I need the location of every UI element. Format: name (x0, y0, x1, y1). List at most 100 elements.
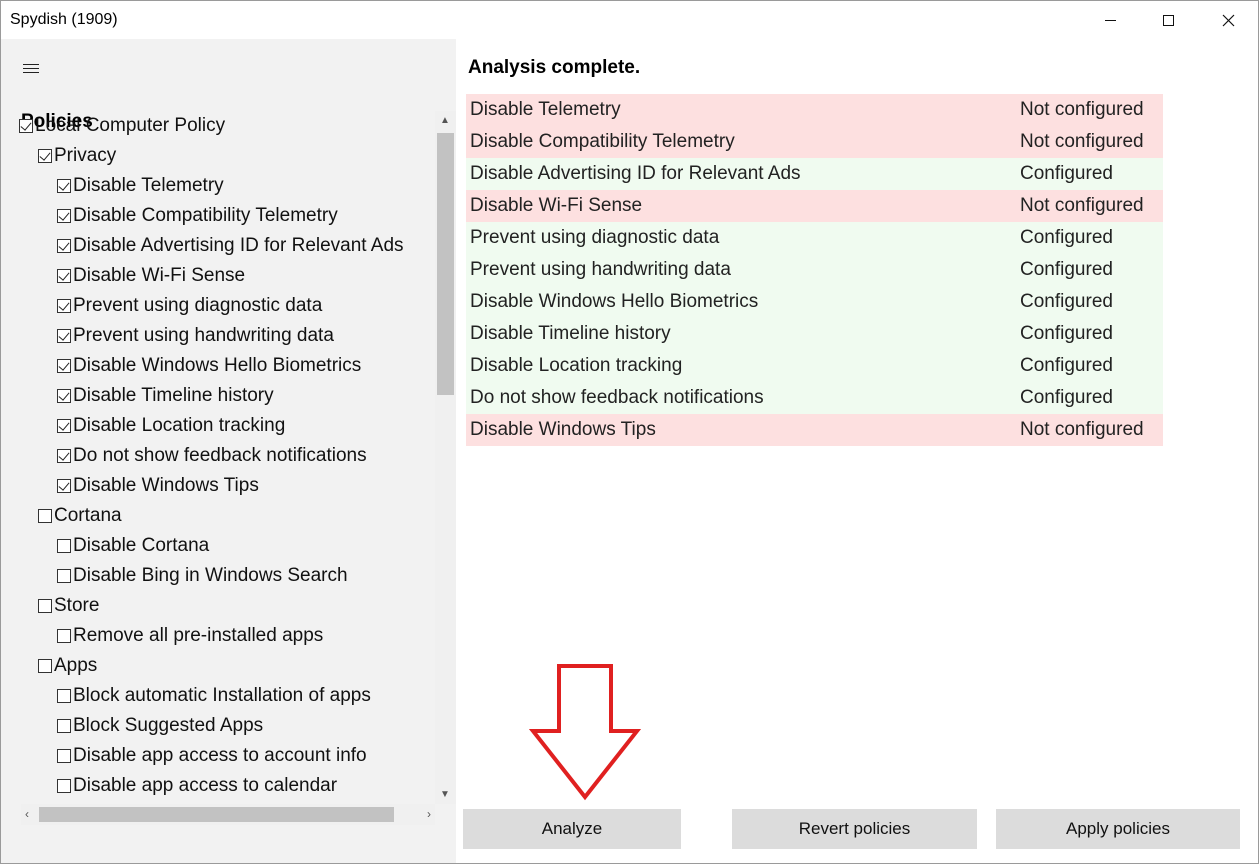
tree-horizontal-scrollbar[interactable]: ‹ › (21, 804, 435, 825)
tree-item-checkbox[interactable] (19, 119, 33, 133)
tree-item-checkbox[interactable] (57, 239, 71, 253)
tree-item-checkbox[interactable] (57, 539, 71, 553)
tree-item-checkbox[interactable] (38, 149, 52, 163)
app-window: Spydish (1909) Policies Local Computer P… (0, 0, 1259, 864)
result-row: Disable Timeline history Configured (466, 318, 1163, 350)
tree-item-checkbox[interactable] (57, 629, 71, 643)
tree-item-label: Privacy (54, 145, 117, 166)
tree-item-checkbox[interactable] (57, 689, 71, 703)
tree-item-label: Disable Windows Tips (73, 475, 259, 496)
minimize-button[interactable] (1081, 1, 1139, 39)
tree-item[interactable]: Disable app access to calendar (57, 771, 337, 801)
tree-item[interactable]: Store (38, 591, 99, 621)
tree-item-checkbox[interactable] (57, 359, 71, 373)
tree-item-label: Disable Bing in Windows Search (73, 565, 348, 586)
result-policy-name: Disable Timeline history (470, 323, 671, 344)
tree-item[interactable]: Prevent using diagnostic data (57, 291, 322, 321)
scroll-right-icon[interactable]: › (427, 807, 431, 821)
vertical-scroll-thumb[interactable] (437, 133, 454, 395)
close-button[interactable] (1199, 1, 1257, 39)
tree-item-label: Remove all pre-installed apps (73, 625, 324, 646)
tree-item-label: Local Computer Policy (35, 115, 226, 136)
result-policy-state: Configured (1020, 387, 1113, 408)
result-policy-name: Do not show feedback notifications (470, 387, 764, 408)
result-policy-state: Not configured (1020, 195, 1144, 216)
tree-item[interactable]: Disable Timeline history (57, 381, 274, 411)
tree-item-checkbox[interactable] (57, 209, 71, 223)
tree-item-checkbox[interactable] (57, 779, 71, 793)
tree-item[interactable]: Disable Windows Tips (57, 471, 259, 501)
tree-item[interactable]: Cortana (38, 501, 122, 531)
tree-item[interactable]: Do not show feedback notifications (57, 441, 367, 471)
tree-item[interactable]: Privacy (38, 141, 116, 171)
result-policy-state: Configured (1020, 163, 1113, 184)
result-row: Do not show feedback notifications Config… (466, 382, 1163, 414)
tree-item-checkbox[interactable] (57, 329, 71, 343)
tree-item-checkbox[interactable] (38, 599, 52, 613)
tree-item-checkbox[interactable] (57, 479, 71, 493)
results-list: Disable Telemetry Not configured Disable C… (466, 94, 1163, 446)
tree-item-label: Cortana (54, 505, 122, 526)
result-policy-name: Prevent using diagnostic data (470, 227, 720, 248)
tree-item-label: Disable Timeline history (73, 385, 274, 406)
tree-vertical-scrollbar[interactable]: ▲ ▼ (435, 111, 456, 804)
tree-item[interactable]: Disable Compatibility Telemetry (57, 201, 338, 231)
result-policy-name: Prevent using handwriting data (470, 259, 731, 280)
tree-item-checkbox[interactable] (38, 659, 52, 673)
tree-item[interactable]: Prevent using handwriting data (57, 321, 334, 351)
tree-item-checkbox[interactable] (57, 569, 71, 583)
tree-item-checkbox[interactable] (38, 509, 52, 523)
revert-policies-button[interactable]: Revert policies (732, 809, 977, 849)
policy-tree[interactable]: Local Computer Policy Privacy Disable Tele… (1, 111, 433, 804)
tree-item[interactable]: Disable Windows Hello Biometrics (57, 351, 361, 381)
maximize-icon (1162, 14, 1174, 26)
tree-item[interactable]: Local Computer Policy (19, 111, 225, 141)
tree-item[interactable]: Block automatic Installation of apps (57, 681, 371, 711)
tree-item[interactable]: Disable Advertising ID for Relevant Ads (57, 231, 404, 261)
result-policy-state: Configured (1020, 355, 1113, 376)
tree-item[interactable]: Apps (38, 651, 97, 681)
tree-item[interactable]: Disable app access to account info (57, 741, 367, 771)
tree-item-checkbox[interactable] (57, 749, 71, 763)
tree-item-checkbox[interactable] (57, 299, 71, 313)
minimize-icon (1104, 19, 1116, 21)
tree-item-label: Disable Windows Hello Biometrics (73, 355, 362, 376)
scroll-left-icon[interactable]: ‹ (25, 807, 29, 821)
tree-item-label: Apps (54, 655, 98, 676)
tree-item-checkbox[interactable] (57, 269, 71, 283)
close-icon (1222, 14, 1234, 26)
apply-policies-button[interactable]: Apply policies (996, 809, 1240, 849)
tree-item[interactable]: Disable Location tracking (57, 411, 285, 441)
result-row: Prevent using handwriting data Configured (466, 254, 1163, 286)
result-row: Prevent using diagnostic data Configured (466, 222, 1163, 254)
scroll-up-icon[interactable]: ▲ (440, 115, 450, 126)
tree-item-checkbox[interactable] (57, 449, 71, 463)
tree-item[interactable]: Disable Wi-Fi Sense (57, 261, 245, 291)
tree-item-label: Disable Compatibility Telemetry (73, 205, 338, 226)
tree-item-label: Disable app access to calendar (73, 775, 338, 796)
title-bar[interactable]: Spydish (1909) (1, 1, 1258, 39)
scroll-down-icon[interactable]: ▼ (440, 789, 450, 800)
result-policy-state: Configured (1020, 259, 1113, 280)
tree-item-checkbox[interactable] (57, 419, 71, 433)
tree-item-label: Prevent using handwriting data (73, 325, 334, 346)
tree-item-checkbox[interactable] (57, 719, 71, 733)
tree-item-label: Disable Cortana (73, 535, 210, 556)
hamburger-icon[interactable] (23, 61, 39, 75)
result-row: Disable Telemetry Not configured (466, 94, 1163, 126)
tree-item-checkbox[interactable] (57, 179, 71, 193)
tree-item[interactable]: Disable Bing in Windows Search (57, 561, 348, 591)
analyze-button[interactable]: Analyze (463, 809, 681, 849)
tree-item[interactable]: Disable Telemetry (57, 171, 224, 201)
tree-item[interactable]: Remove all pre-installed apps (57, 621, 323, 651)
tree-item[interactable]: Disable Cortana (57, 531, 209, 561)
tree-item-label: Store (54, 595, 100, 616)
tree-item[interactable]: Block Suggested Apps (57, 711, 263, 741)
tree-item-checkbox[interactable] (57, 389, 71, 403)
result-row: Disable Advertising ID for Relevant Ads C… (466, 158, 1163, 190)
result-policy-name: Disable Advertising ID for Relevant Ads (470, 163, 801, 184)
maximize-button[interactable] (1139, 1, 1197, 39)
horizontal-scroll-thumb[interactable] (39, 807, 394, 822)
tree-item-label: Disable Telemetry (73, 175, 224, 196)
result-row: Disable Windows Tips Not configured (466, 414, 1163, 446)
